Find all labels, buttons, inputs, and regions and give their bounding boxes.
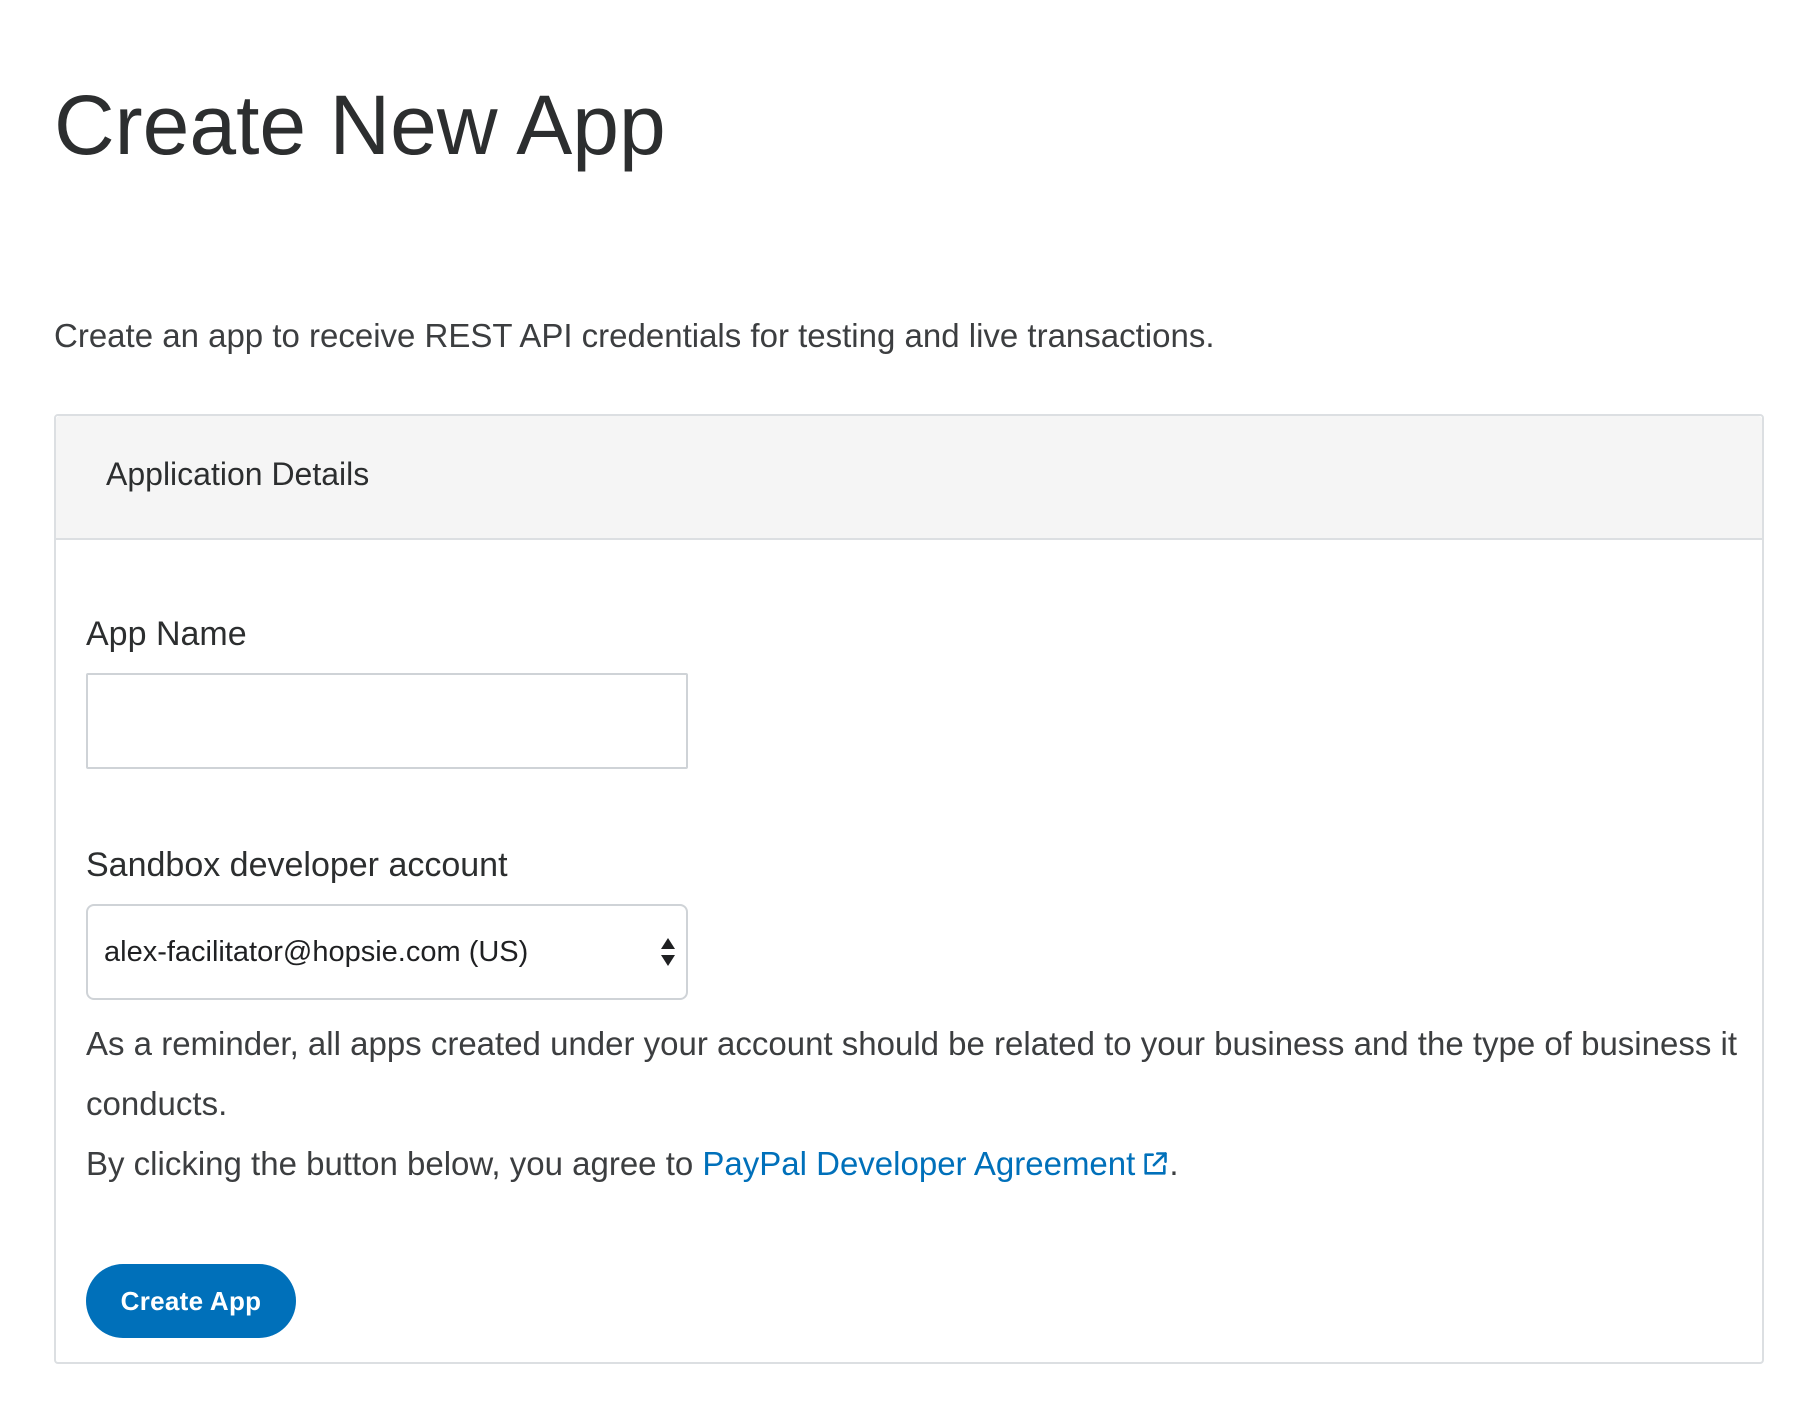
developer-agreement-link[interactable]: PayPal Developer Agreement [702, 1145, 1169, 1182]
app-name-label: App Name [86, 615, 247, 653]
agreement-suffix: . [1169, 1145, 1179, 1182]
app-name-input[interactable] [86, 673, 688, 769]
application-details-panel: Application Details App Name Sandbox dev… [54, 414, 1764, 1364]
external-link-icon [1144, 1152, 1168, 1175]
panel-title: Application Details [106, 456, 370, 492]
sandbox-account-selected-value: alex-facilitator@hopsie.com (US) [104, 936, 529, 968]
page-title: Create New App [54, 78, 666, 172]
sandbox-account-select[interactable]: alex-facilitator@hopsie.com (US) [86, 904, 688, 1000]
agreement-prefix: By clicking the button below, you agree … [86, 1145, 703, 1182]
page-intro: Create an app to receive REST API creden… [54, 317, 1215, 354]
sandbox-account-label: Sandbox developer account [86, 846, 508, 884]
create-app-button[interactable]: Create App [86, 1264, 296, 1338]
developer-agreement-link-text: PayPal Developer Agreement [702, 1145, 1136, 1182]
reminder-text: As a reminder, all apps created under yo… [86, 1025, 1737, 1122]
select-arrows-icon [661, 938, 675, 966]
agreement-text: By clicking the button below, you agree … [86, 1134, 1178, 1194]
panel-header: Application Details [56, 416, 1762, 540]
